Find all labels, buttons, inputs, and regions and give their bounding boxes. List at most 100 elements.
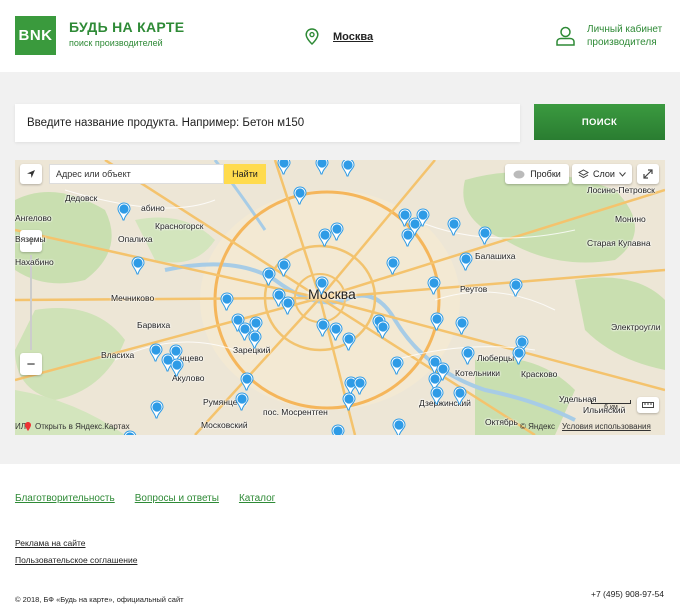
map-place-label: Реутов <box>460 284 488 294</box>
footer-link-charity[interactable]: Благотворительность <box>15 493 115 504</box>
layers-label: Слои <box>593 169 615 179</box>
producer-pin-icon[interactable] <box>262 267 276 286</box>
map-place-label: Лосино-Петровск <box>587 185 655 195</box>
footer-link-faq[interactable]: Вопросы и ответы <box>135 493 219 504</box>
producer-pin-icon[interactable] <box>315 160 329 175</box>
producer-pin-icon[interactable] <box>509 278 523 297</box>
producer-pin-icon[interactable] <box>318 228 332 247</box>
map-place-label: абино <box>141 203 165 213</box>
producer-pin-icon[interactable] <box>512 346 526 365</box>
open-in-yandex-link[interactable]: Открыть в Яндекс.Картах <box>25 422 130 431</box>
map-place-label: Дедовск <box>65 193 98 203</box>
user-agreement-link[interactable]: Пользовательское соглашение <box>15 555 137 565</box>
producer-pin-icon[interactable] <box>315 276 329 295</box>
traffic-light-icon <box>513 170 525 178</box>
navigation-arrow-icon <box>27 170 35 178</box>
producer-pin-icon[interactable] <box>150 400 164 419</box>
traffic-button[interactable]: Пробки <box>505 164 569 184</box>
producer-pin-icon[interactable] <box>430 312 444 331</box>
producer-pin-icon[interactable] <box>353 376 367 395</box>
producer-pin-icon[interactable] <box>342 332 356 351</box>
terms-of-use-link[interactable]: Условия использования <box>562 422 651 431</box>
city-label[interactable]: Москва <box>333 31 373 43</box>
map-place-label: Электроугли <box>611 322 661 332</box>
map-place-label: Барвиха <box>137 320 171 330</box>
producer-pin-icon[interactable] <box>235 392 249 411</box>
cabinet-label[interactable]: Личный кабинет производителя <box>587 23 667 49</box>
footer-copyright: © 2018, БФ «Будь на карте», официальный … <box>15 595 184 604</box>
producers-map[interactable]: Найти Пробки Слои + − Москва Дедовск аби… <box>15 160 665 435</box>
logo[interactable]: BNK <box>15 16 56 55</box>
chevron-down-icon <box>619 171 626 177</box>
brand-title[interactable]: БУДЬ НА КАРТЕ <box>69 19 184 35</box>
fullscreen-button[interactable] <box>637 164 659 184</box>
map-footer: ИЛ Открыть в Яндекс.Картах © Яндекс Усло… <box>15 420 665 435</box>
producer-pin-icon[interactable] <box>427 276 441 295</box>
producer-pin-icon[interactable] <box>401 228 415 247</box>
product-search-input[interactable] <box>15 104 520 142</box>
map-scale: 6 км <box>591 400 631 411</box>
producer-pin-icon[interactable] <box>455 316 469 335</box>
producer-pin-icon[interactable] <box>277 258 291 277</box>
producer-pin-icon[interactable] <box>117 202 131 221</box>
ruler-icon <box>642 402 654 408</box>
map-place-label: Красково <box>521 369 558 379</box>
personal-cabinet-link[interactable]: Личный кабинет производителя <box>556 23 667 49</box>
producer-pin-icon[interactable] <box>329 322 343 341</box>
map-marker-icon <box>25 422 31 431</box>
map-place-label: Балашиха <box>475 251 516 261</box>
map-place-label: Люберцы <box>477 353 515 363</box>
producer-pin-icon[interactable] <box>390 356 404 375</box>
traffic-label: Пробки <box>530 169 561 179</box>
map-find-button[interactable]: Найти <box>224 164 266 184</box>
map-place-label: Вяземы <box>15 234 46 244</box>
producer-pin-icon[interactable] <box>376 320 390 339</box>
footer-link-catalog[interactable]: Каталог <box>239 493 275 504</box>
producer-pin-icon[interactable] <box>220 292 234 311</box>
advertising-link[interactable]: Реклама на сайте <box>15 538 86 548</box>
geolocation-button[interactable] <box>20 164 42 184</box>
producer-pin-icon[interactable] <box>316 318 330 337</box>
zoom-slider[interactable] <box>30 255 32 350</box>
producer-pin-icon[interactable] <box>281 296 295 315</box>
producer-pin-icon[interactable] <box>459 252 473 271</box>
producer-pin-icon[interactable] <box>240 372 254 391</box>
producer-pin-icon[interactable] <box>416 208 430 227</box>
producer-pin-icon[interactable] <box>248 330 262 349</box>
producer-pin-icon[interactable] <box>386 256 400 275</box>
expand-icon <box>643 169 653 179</box>
producer-pin-icon[interactable] <box>170 358 184 377</box>
ruler-button[interactable] <box>637 397 659 413</box>
producer-pin-icon[interactable] <box>131 256 145 275</box>
map-place-label: Котельники <box>455 368 501 378</box>
map-place-label: Монино <box>615 214 646 224</box>
map-place-label: пос. Мосрентген <box>263 407 328 417</box>
map-place-label: Нахабино <box>15 257 54 267</box>
producer-pin-icon[interactable] <box>293 186 307 205</box>
producer-pin-icon[interactable] <box>430 386 444 405</box>
layers-button[interactable]: Слои <box>572 164 632 184</box>
location-pin-icon <box>305 28 319 45</box>
city-selector[interactable]: Москва <box>305 28 373 45</box>
user-icon <box>556 26 575 46</box>
producer-pin-icon[interactable] <box>330 222 344 241</box>
map-place-label: Опалиха <box>118 234 153 244</box>
producer-pin-icon[interactable] <box>478 226 492 245</box>
map-place-label: Мечниково <box>111 293 155 303</box>
layers-icon <box>578 169 590 179</box>
contact-phone[interactable]: +7 (495) 908-97-54 <box>591 589 664 599</box>
search-button[interactable]: ПОИСК <box>534 104 665 140</box>
map-place-label: Красногорск <box>155 221 204 231</box>
producer-pin-icon[interactable] <box>447 217 461 236</box>
site-header: BNK БУДЬ НА КАРТЕ поиск производителей М… <box>0 0 680 72</box>
zoom-out-button[interactable]: − <box>20 353 42 375</box>
producer-pin-icon[interactable] <box>453 386 467 405</box>
map-place-label: Ангелово <box>15 213 52 223</box>
map-place-label: Старая Купавна <box>587 238 651 248</box>
producer-pin-icon[interactable] <box>341 160 355 177</box>
producer-pin-icon[interactable] <box>461 346 475 365</box>
producer-pin-icon[interactable] <box>277 160 291 175</box>
brand-subtitle: поиск производителей <box>69 38 163 48</box>
map-address-input[interactable] <box>49 164 224 184</box>
map-copyright: © Яндекс <box>520 422 556 431</box>
